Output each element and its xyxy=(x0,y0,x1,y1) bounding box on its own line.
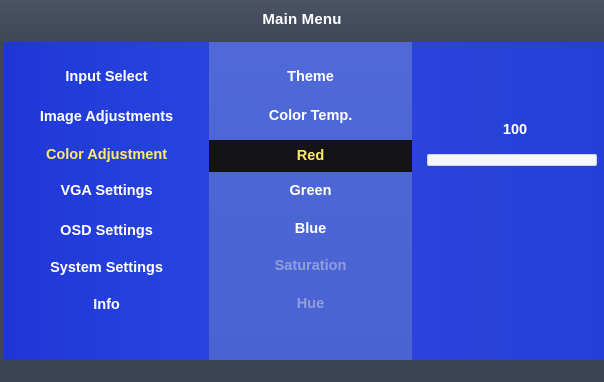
sub-menu-item-color-temp[interactable]: Color Temp. xyxy=(209,103,412,129)
main-menu-item-vga-settings[interactable]: VGA Settings xyxy=(4,178,209,204)
main-menu-item-system-settings[interactable]: System Settings xyxy=(4,255,209,281)
sub-menu-item-red[interactable]: Red xyxy=(209,140,412,172)
sub-menu-item-green[interactable]: Green xyxy=(209,178,412,204)
red-value-readout: 100 xyxy=(502,122,528,138)
main-menu-item-input-select[interactable]: Input Select xyxy=(4,64,209,90)
bottom-bar xyxy=(0,360,604,382)
main-menu-item-osd-settings[interactable]: OSD Settings xyxy=(4,218,209,244)
menu-title: Main Menu xyxy=(262,10,342,28)
osd-screen: Main Menu Input Select Image Adjustments… xyxy=(0,0,604,382)
sub-menu-item-hue: Hue xyxy=(296,296,325,312)
main-menu-item-color-adjustment[interactable]: Color Adjustment xyxy=(4,142,209,168)
main-menu-item-info[interactable]: Info xyxy=(4,292,209,318)
value-panel xyxy=(412,42,604,360)
sub-menu-item-saturation: Saturation xyxy=(274,258,347,274)
main-menu-item-image-adjustments[interactable]: Image Adjustments xyxy=(4,104,209,130)
sub-menu-item-blue[interactable]: Blue xyxy=(209,216,412,242)
slider-fill xyxy=(428,155,596,165)
red-value-slider[interactable] xyxy=(427,154,597,166)
sub-menu-item-theme[interactable]: Theme xyxy=(209,64,412,90)
title-bar: Main Menu xyxy=(0,0,604,42)
